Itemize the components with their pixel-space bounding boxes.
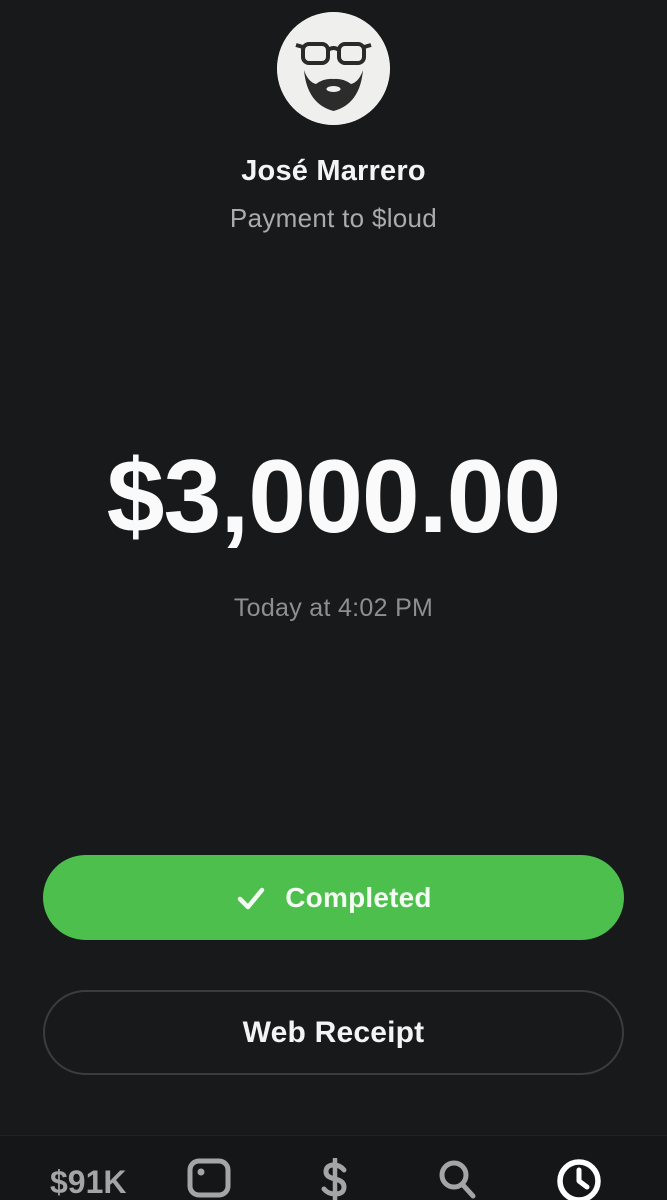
tab-card[interactable] bbox=[187, 1158, 231, 1200]
payment-timestamp: Today at 4:02 PM bbox=[233, 594, 434, 622]
bottom-tab-bar: $91K bbox=[0, 1135, 667, 1200]
payment-amount: $3,000.00 bbox=[106, 439, 562, 555]
bearded-man-avatar-icon bbox=[277, 12, 390, 125]
search-icon bbox=[439, 1160, 476, 1199]
tab-balance[interactable]: $91K bbox=[50, 1164, 127, 1200]
tab-cash[interactable] bbox=[317, 1158, 353, 1200]
web-receipt-label: Web Receipt bbox=[242, 1015, 425, 1049]
recipient-name: José Marrero bbox=[241, 155, 426, 187]
web-receipt-button[interactable]: Web Receipt bbox=[43, 990, 624, 1075]
dollar-icon bbox=[321, 1158, 347, 1200]
card-icon bbox=[187, 1158, 231, 1198]
tab-search[interactable] bbox=[437, 1158, 477, 1200]
payment-subtitle: Payment to $loud bbox=[229, 203, 438, 233]
avatar bbox=[277, 12, 390, 125]
clock-icon bbox=[557, 1159, 601, 1200]
checkmark-icon bbox=[238, 887, 265, 909]
payment-detail-screen: José Marrero Payment to $loud $3,000.00 … bbox=[0, 0, 667, 1200]
completed-label: Completed bbox=[285, 881, 432, 913]
completed-status-button[interactable]: Completed bbox=[43, 855, 624, 940]
tab-activity[interactable] bbox=[556, 1158, 602, 1200]
